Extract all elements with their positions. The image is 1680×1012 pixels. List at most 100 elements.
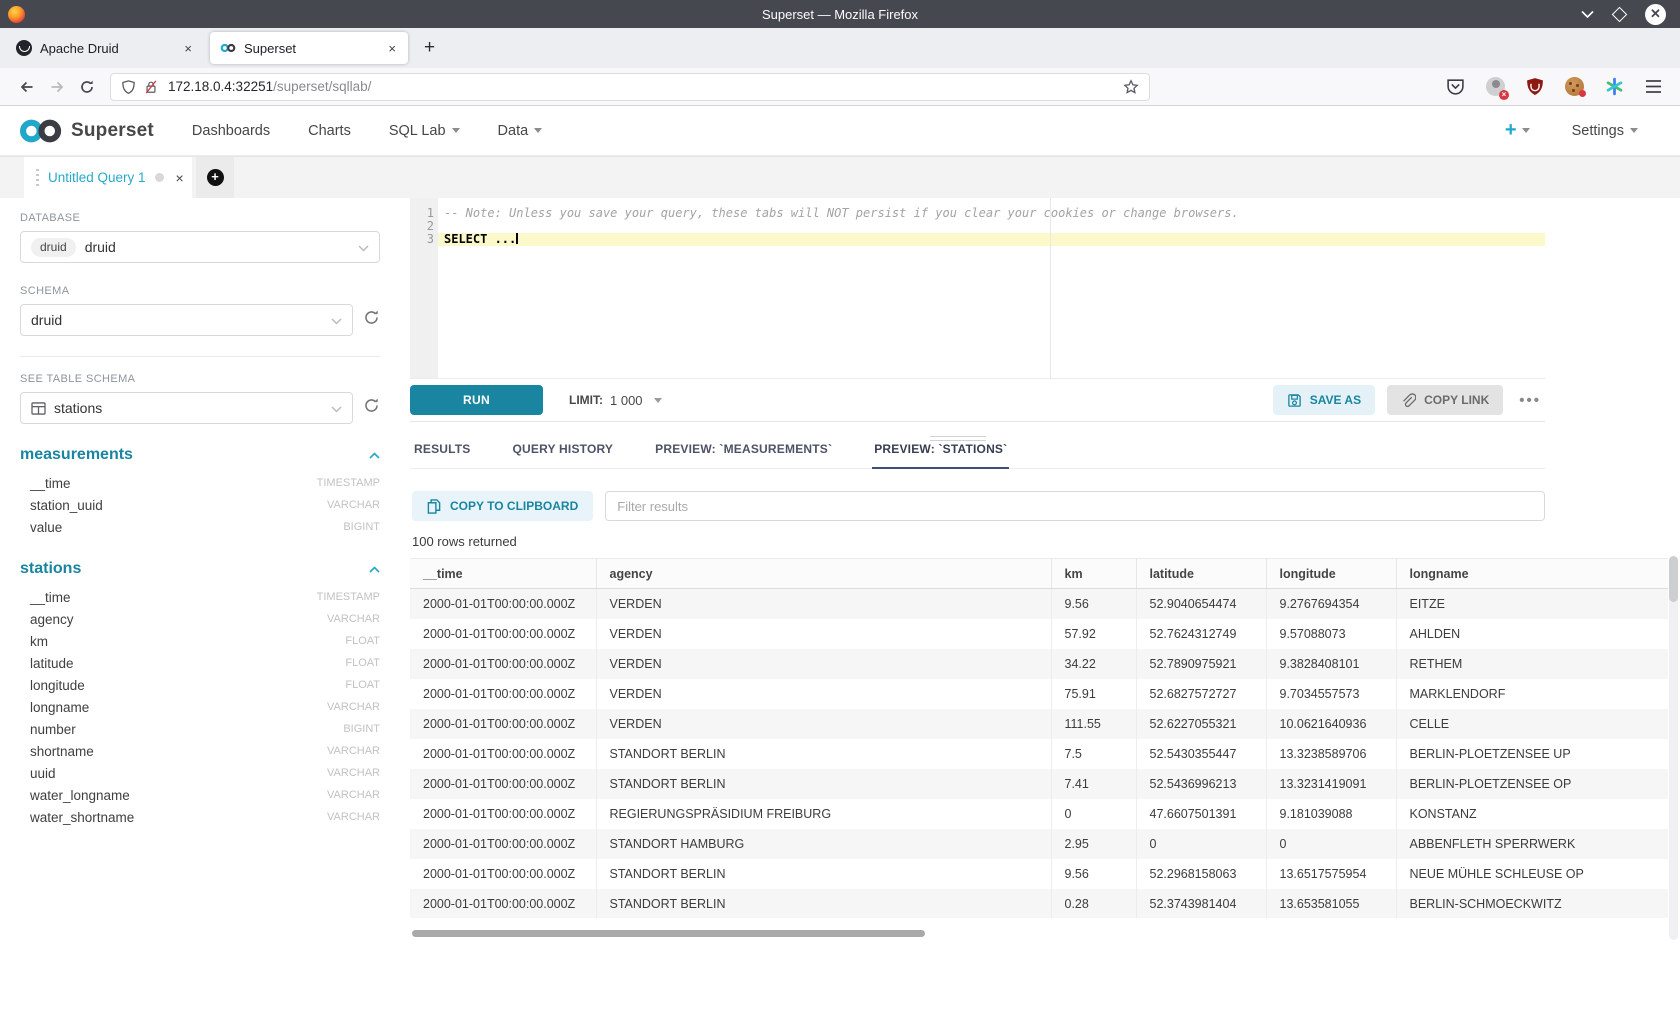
- text-cursor: [516, 233, 518, 244]
- table-schema-label: SEE TABLE SCHEMA: [20, 373, 380, 385]
- save-as-button[interactable]: SAVE AS: [1273, 385, 1375, 415]
- table-section-header[interactable]: measurements: [20, 446, 380, 464]
- table-section-header[interactable]: stations: [20, 560, 380, 578]
- superset-logo[interactable]: Superset: [18, 117, 154, 145]
- hamburger-menu-icon[interactable]: [1645, 79, 1662, 94]
- column-header[interactable]: longitude: [1266, 559, 1396, 589]
- bookmark-star-icon[interactable]: [1123, 79, 1139, 95]
- tab-close-icon[interactable]: ×: [386, 41, 398, 56]
- column-type: VARCHAR: [327, 499, 380, 511]
- link-icon: [1401, 393, 1416, 408]
- new-item-button[interactable]: +: [1505, 119, 1530, 142]
- column-header[interactable]: longname: [1396, 559, 1668, 589]
- settings-menu[interactable]: Settings: [1572, 123, 1638, 139]
- chevron-down-icon: [331, 400, 342, 416]
- tab-close-icon[interactable]: ×: [182, 41, 194, 56]
- extension-asterisk-icon[interactable]: [1605, 77, 1624, 96]
- table-cell: AHLDEN: [1396, 619, 1668, 649]
- new-tab-button[interactable]: +: [414, 37, 445, 59]
- resize-handle[interactable]: [930, 436, 986, 444]
- table-select[interactable]: stations: [20, 392, 353, 424]
- editor-line-comment: -- Note: Unless you save your query, the…: [438, 207, 1545, 220]
- nav-charts[interactable]: Charts: [308, 123, 351, 139]
- back-button[interactable]: [12, 73, 42, 101]
- column-type: VARCHAR: [327, 745, 380, 757]
- horizontal-scrollbar[interactable]: [410, 930, 1680, 937]
- table-name: stations: [20, 560, 81, 578]
- copy-to-clipboard-button[interactable]: COPY TO CLIPBOARD: [412, 491, 593, 521]
- lock-insecure-icon[interactable]: [144, 79, 158, 95]
- editor-line-empty: [438, 220, 1545, 233]
- url-bar[interactable]: 172.18.0.4:32251/superset/sqllab/: [110, 73, 1150, 101]
- vertical-scrollbar[interactable]: [1669, 556, 1678, 940]
- pocket-icon[interactable]: [1446, 77, 1465, 96]
- column-type: VARCHAR: [327, 811, 380, 823]
- limit-dropdown[interactable]: LIMIT: 1 000: [569, 393, 662, 408]
- clipboard-icon: [427, 499, 441, 514]
- column-header[interactable]: agency: [596, 559, 1051, 589]
- column-name: shortname: [30, 744, 94, 759]
- drag-grip-icon[interactable]: [36, 169, 39, 186]
- schema-select[interactable]: druid: [20, 304, 353, 336]
- table-cell: 2000-01-01T00:00:00.000Z: [410, 649, 596, 679]
- schema-column-row: __time TIMESTAMP: [20, 472, 380, 494]
- ublock-origin-icon[interactable]: [1526, 77, 1544, 96]
- table-cell: STANDORT BERLIN: [596, 889, 1051, 919]
- titlebar[interactable]: Superset — Mozilla Firefox ✕: [0, 0, 1680, 28]
- table-cell: 0: [1266, 829, 1396, 859]
- sql-editor[interactable]: 123 -- Note: Unless you save your query,…: [410, 198, 1545, 378]
- table-cell: 0.28: [1051, 889, 1136, 919]
- table-cell: 47.6607501391: [1136, 799, 1266, 829]
- hscroll-thumb[interactable]: [412, 930, 925, 937]
- table-cell: 9.181039088: [1266, 799, 1396, 829]
- column-name: __time: [30, 476, 71, 491]
- query-tab[interactable]: Untitled Query 1 ×: [24, 157, 192, 198]
- nav-data[interactable]: Data: [498, 123, 543, 139]
- window-close-icon[interactable]: ✕: [1645, 4, 1666, 25]
- run-button[interactable]: RUN: [410, 385, 543, 415]
- account-disabled-icon[interactable]: [1486, 77, 1505, 96]
- results-table: __timeagencykmlatitudelongitudelongname …: [410, 558, 1668, 918]
- database-select[interactable]: druid druid: [20, 231, 380, 263]
- column-header[interactable]: latitude: [1136, 559, 1266, 589]
- table-cell: 9.7034557573: [1266, 679, 1396, 709]
- table-icon: [31, 402, 46, 415]
- column-header[interactable]: __time: [410, 559, 596, 589]
- minimize-icon[interactable]: [1581, 10, 1594, 18]
- restore-icon[interactable]: [1612, 6, 1628, 22]
- copy-link-button[interactable]: COPY LINK: [1387, 385, 1503, 415]
- table-cell: 2000-01-01T00:00:00.000Z: [410, 859, 596, 889]
- results-tab[interactable]: RESULTS: [412, 434, 473, 468]
- results-tab[interactable]: QUERY HISTORY: [511, 434, 616, 468]
- vscroll-thumb[interactable]: [1669, 556, 1678, 602]
- add-query-tab-button[interactable]: +: [196, 157, 234, 198]
- table-cell: 52.6827572727: [1136, 679, 1266, 709]
- table-cell: CELLE: [1396, 709, 1668, 739]
- schema-column-row: numberBIGINT: [20, 718, 380, 740]
- column-type: TIMESTAMP: [317, 477, 380, 489]
- url-host: 172.18.0.4:32251: [168, 79, 273, 94]
- table-cell: 111.55: [1051, 709, 1136, 739]
- results-tab[interactable]: PREVIEW: `MEASUREMENTS`: [653, 434, 834, 468]
- table-cell: BERLIN-SCHMOECKWITZ: [1396, 889, 1668, 919]
- browser-tab-superset[interactable]: Superset ×: [210, 32, 408, 64]
- refresh-tables-icon[interactable]: [363, 397, 380, 419]
- refresh-schemas-icon[interactable]: [363, 309, 380, 331]
- table-cell: 9.56: [1051, 859, 1136, 889]
- query-tab-close-icon[interactable]: ×: [176, 170, 184, 186]
- filter-results-input[interactable]: [605, 491, 1545, 521]
- reload-button[interactable]: [72, 73, 102, 101]
- table-cell: STANDORT BERLIN: [596, 739, 1051, 769]
- table-cell: REGIERUNGSPRÄSIDIUM FREIBURG: [596, 799, 1051, 829]
- shield-icon[interactable]: [121, 79, 136, 95]
- cookie-icon[interactable]: [1565, 77, 1584, 96]
- column-header[interactable]: km: [1051, 559, 1136, 589]
- column-name: agency: [30, 612, 74, 627]
- save-icon: [1287, 393, 1302, 408]
- nav-sql-lab[interactable]: SQL Lab: [389, 123, 460, 139]
- nav-dashboards[interactable]: Dashboards: [192, 123, 270, 139]
- more-menu-icon[interactable]: •••: [1515, 392, 1545, 409]
- table-cell: VERDEN: [596, 649, 1051, 679]
- forward-button[interactable]: [42, 73, 72, 101]
- browser-tab-druid[interactable]: Apache Druid ×: [6, 32, 204, 64]
